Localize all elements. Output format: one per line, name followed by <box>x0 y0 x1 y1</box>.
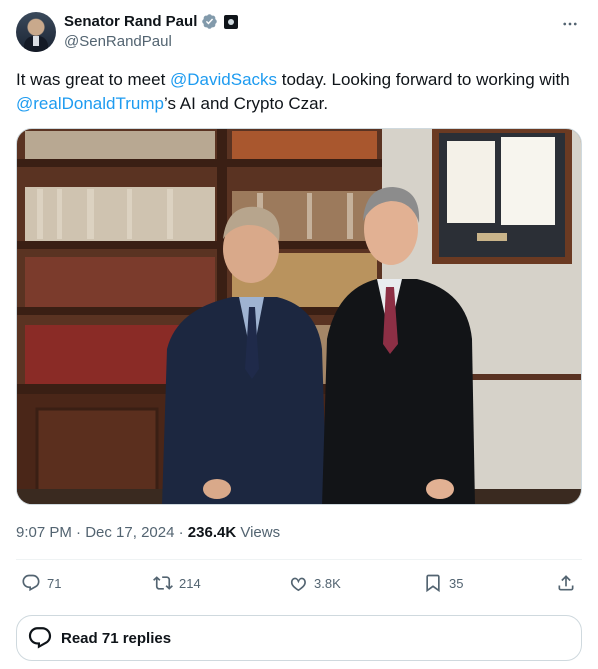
tweet-actions: 71 214 3.8K 35 <box>16 568 582 598</box>
photo-illustration <box>17 129 581 504</box>
tweet-header: Senator Rand Paul @SenRandPaul <box>16 12 584 54</box>
tweet-text-segment: ’s AI and Crypto Czar. <box>163 94 329 113</box>
like-button[interactable]: 3.8K <box>288 568 341 598</box>
reply-count: 71 <box>47 575 62 591</box>
repost-button[interactable]: 214 <box>153 568 201 598</box>
government-badge-icon[interactable] <box>224 14 239 29</box>
views-count: 236.4K <box>187 524 237 541</box>
verified-badge-icon[interactable] <box>201 13 218 30</box>
mention-link[interactable]: @DavidSacks <box>170 70 277 89</box>
meta-separator: · <box>174 524 188 541</box>
author-handle[interactable]: @SenRandPaul <box>64 33 172 50</box>
tweet-text-segment: today. Looking forward to working with <box>277 70 570 89</box>
meta-separator: · <box>71 524 86 541</box>
read-replies-label: Read 71 replies <box>61 629 172 647</box>
tweet-time[interactable]: 9:07 PM <box>16 524 72 541</box>
tweet-text: It was great to meet @DavidSacks today. … <box>16 68 582 116</box>
views-label: Views <box>236 524 281 541</box>
bookmark-count: 35 <box>449 575 464 591</box>
mention-link[interactable]: @realDonaldTrump <box>16 94 164 113</box>
like-count: 3.8K <box>314 575 341 591</box>
more-options-icon[interactable] <box>560 14 580 34</box>
author-name-row: Senator Rand Paul <box>64 13 239 30</box>
tweet-photo[interactable] <box>16 128 582 505</box>
tweet-date[interactable]: Dec 17, 2024 <box>85 524 174 541</box>
tweet-meta: 9:07 PM · Dec 17, 2024 · 236.4K Views <box>16 524 280 541</box>
tweet-text-segment: It was great to meet <box>16 70 171 89</box>
author-name[interactable]: Senator Rand Paul <box>64 13 197 30</box>
read-replies-button[interactable]: Read 71 replies <box>16 615 582 661</box>
reply-icon <box>22 574 40 592</box>
replies-bubble-icon <box>28 627 52 649</box>
heart-icon <box>290 577 306 592</box>
bookmark-button[interactable]: 35 <box>423 568 463 598</box>
share-button[interactable] <box>556 568 576 598</box>
avatar[interactable] <box>16 12 56 52</box>
divider <box>16 559 582 560</box>
share-icon <box>558 575 574 591</box>
bookmark-icon <box>426 574 440 593</box>
repost-count: 214 <box>179 575 201 591</box>
reply-button[interactable]: 71 <box>21 568 61 598</box>
repost-icon <box>153 576 173 590</box>
